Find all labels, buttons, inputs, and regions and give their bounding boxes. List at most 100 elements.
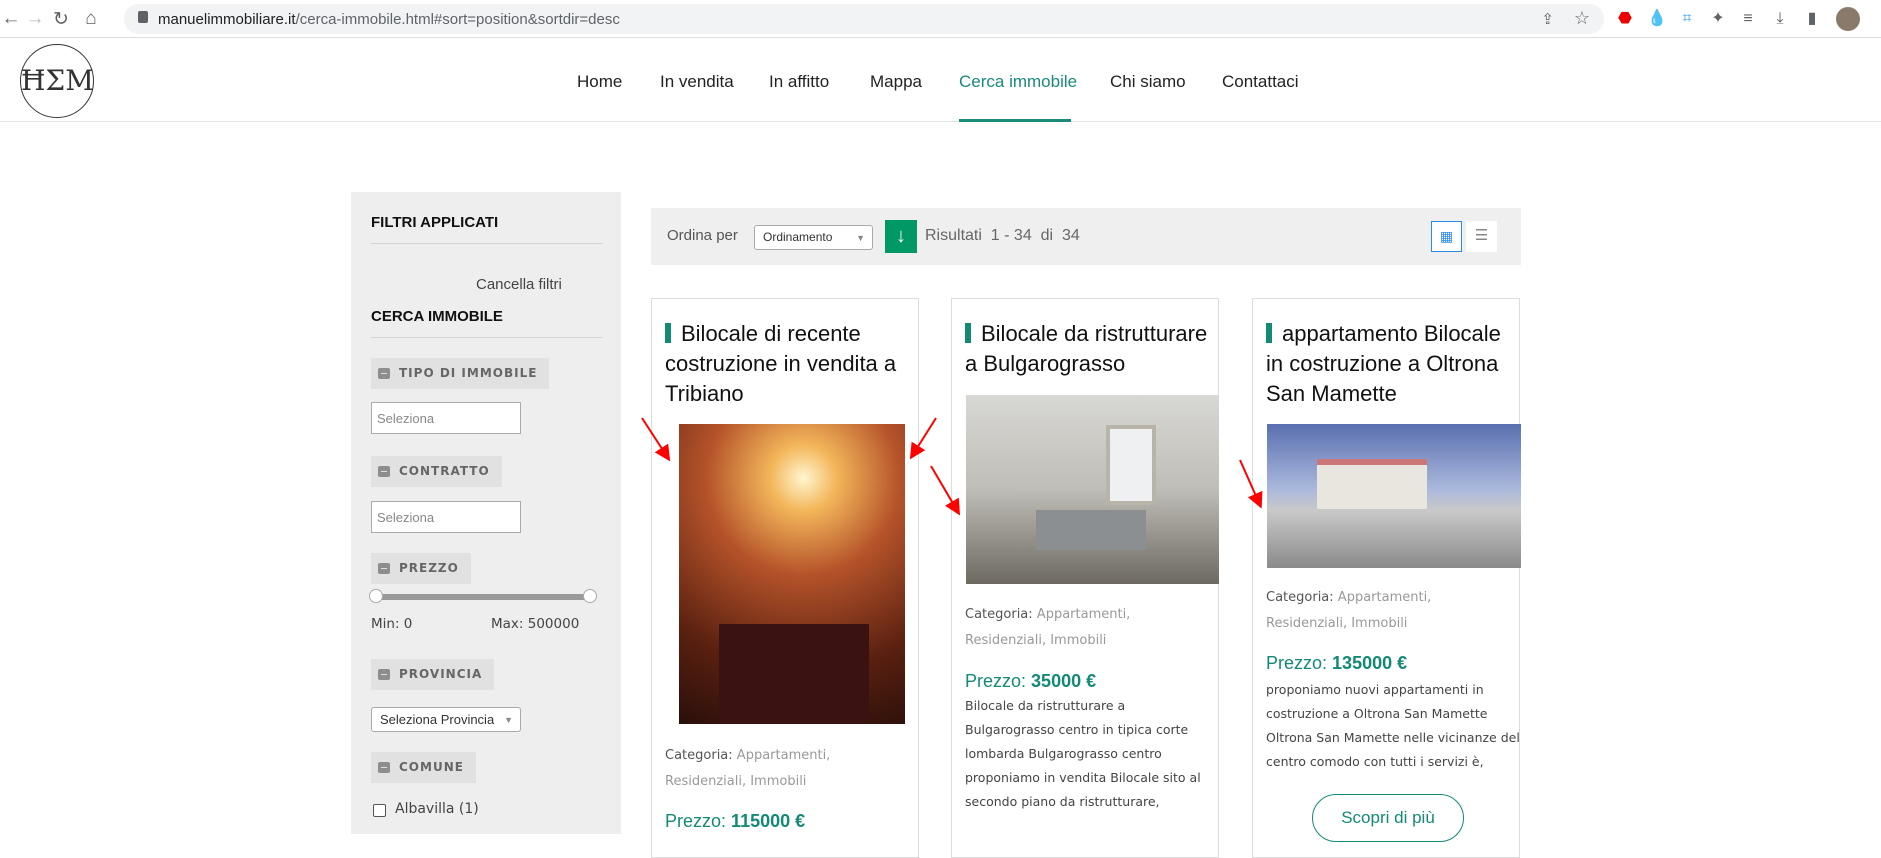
card-title[interactable]: Bilocale da ristrutturare a Bulgarograss…	[965, 319, 1215, 379]
results-toolbar: Ordina per Ordinamento ▼ ↓ Risultati 1 - …	[651, 208, 1521, 265]
annotation-arrows	[641, 417, 1263, 516]
card-price: Prezzo: 135000 €	[1266, 653, 1407, 674]
card-title[interactable]: Bilocale di recente costruzione in vendi…	[665, 319, 915, 409]
applied-filters-title: FILTRI APPLICATI	[371, 214, 499, 231]
results-range: 1 - 34	[990, 227, 1032, 244]
media-icon[interactable]: ≡	[1738, 9, 1758, 29]
card-price: Prezzo: 35000 €	[965, 671, 1096, 692]
price-label: Prezzo:	[1266, 653, 1328, 673]
facet-provincia-toggle[interactable]: PROVINCIA	[371, 659, 495, 690]
provincia-selected: Seleziona Provincia	[380, 712, 495, 727]
results-of: di	[1040, 227, 1054, 244]
filter-sidebar: FILTRI APPLICATI Cancella filtri CERCA I…	[351, 192, 621, 834]
facet-label: TIPO DI IMMOBILE	[399, 366, 538, 380]
forward-icon[interactable]: →	[24, 8, 46, 30]
crop-extension-icon[interactable]: ⌗	[1677, 9, 1697, 29]
tipo-input[interactable]: Seleziona	[371, 402, 521, 434]
sort-select[interactable]: Ordinamento ▼	[754, 225, 873, 250]
provincia-select[interactable]: Seleziona Provincia ▼	[371, 707, 521, 732]
nav-contattaci[interactable]: Contattaci	[1222, 72, 1299, 92]
grid-view-button[interactable]: ▦	[1431, 221, 1462, 252]
drop-extension-icon[interactable]: 💧	[1647, 9, 1667, 29]
card-categories: Categoria: Appartamenti, Residenziali, I…	[965, 602, 1215, 654]
divider	[371, 243, 603, 244]
scopri-di-piu-button[interactable]: Scopri di più	[1312, 794, 1464, 842]
browser-toolbar: ← → ↻ ⌂ manuelimmobiliare.it/cerca-immob…	[0, 0, 1881, 38]
arrow-down-icon: ↓	[896, 225, 906, 247]
card-categories: Categoria: Appartamenti, Residenziali, I…	[1266, 585, 1516, 637]
divider	[371, 337, 603, 338]
property-image[interactable]	[1267, 424, 1521, 568]
price-slider-track[interactable]	[377, 594, 589, 600]
clear-filters-link[interactable]: Cancella filtri	[476, 276, 562, 293]
url-domain: manuelimmobiliare.it	[158, 11, 296, 28]
price-label: Prezzo:	[965, 671, 1027, 691]
price-slider-min-handle[interactable]	[369, 589, 383, 603]
sort-direction-button[interactable]: ↓	[885, 220, 917, 253]
adblock-icon[interactable]: ⬣	[1615, 9, 1635, 29]
collapse-icon	[378, 368, 390, 379]
site-header: ĦΣΜ Home In vendita In affitto Mappa Cer…	[0, 38, 1881, 122]
nav-mappa[interactable]: Mappa	[870, 72, 922, 92]
nav-home[interactable]: Home	[577, 72, 622, 92]
collapse-icon	[378, 762, 390, 773]
category-label: Categoria:	[965, 607, 1033, 622]
price-value: 35000 €	[1031, 671, 1097, 691]
category-label: Categoria:	[665, 748, 733, 763]
chevron-down-icon: ▼	[504, 715, 513, 725]
card-description: Bilocale da ristrutturare a Bulgarograss…	[965, 698, 1201, 809]
sidepanel-icon[interactable]: ▮	[1802, 9, 1822, 29]
price-min: Min: 0	[371, 616, 413, 632]
url-path: /cerca-immobile.html#sort=position&sortd…	[295, 11, 620, 28]
property-image[interactable]	[679, 424, 905, 724]
facet-label: COMUNE	[399, 760, 464, 774]
card-price: Prezzo: 115000 €	[665, 811, 805, 832]
property-card[interactable]: Bilocale da ristrutturare a Bulgarograss…	[951, 298, 1219, 858]
collapse-icon	[378, 466, 390, 477]
back-icon[interactable]: ←	[0, 8, 22, 30]
results-count: Risultati 1 - 34 di 34	[925, 227, 1080, 245]
chevron-down-icon: ▼	[856, 233, 865, 243]
collapse-icon	[378, 669, 390, 680]
comune-label: Albavilla (1)	[395, 801, 479, 817]
download-icon[interactable]: ⤓	[1770, 9, 1790, 29]
nav-in-vendita[interactable]: In vendita	[660, 72, 734, 92]
results-total: 34	[1061, 227, 1080, 244]
facet-label: CONTRATTO	[399, 464, 490, 478]
price-max: Max: 500000	[491, 616, 580, 632]
nav-chi-siamo[interactable]: Chi siamo	[1110, 72, 1186, 92]
sort-selected: Ordinamento	[763, 230, 833, 244]
site-logo[interactable]: ĦΣΜ	[20, 44, 94, 118]
address-bar[interactable]: manuelimmobiliare.it/cerca-immobile.html…	[124, 4, 1604, 34]
facet-label: PREZZO	[399, 561, 459, 575]
bookmark-star-icon[interactable]: ☆	[1574, 8, 1590, 29]
facet-label: PROVINCIA	[399, 667, 483, 681]
profile-avatar[interactable]	[1836, 7, 1860, 31]
sort-label: Ordina per	[667, 227, 738, 244]
extensions-puzzle-icon[interactable]: ✦	[1708, 9, 1728, 29]
list-view-button[interactable]: ☰	[1466, 221, 1497, 252]
property-card[interactable]: Bilocale di recente costruzione in vendi…	[651, 298, 919, 858]
price-slider-max-handle[interactable]	[583, 589, 597, 603]
property-card[interactable]: appartamento Bilocale in costruzione a O…	[1252, 298, 1521, 858]
search-title: CERCA IMMOBILE	[371, 308, 503, 325]
facet-prezzo-toggle[interactable]: PREZZO	[371, 553, 471, 584]
price-value: 135000 €	[1332, 653, 1408, 673]
lock-icon	[138, 11, 148, 23]
facet-comune-toggle[interactable]: COMUNE	[371, 752, 476, 783]
contratto-input[interactable]: Seleziona	[371, 501, 521, 533]
price-value: 115000 €	[731, 811, 806, 831]
comune-checkbox[interactable]	[373, 804, 386, 817]
reload-icon[interactable]: ↻	[50, 8, 72, 31]
property-image[interactable]	[966, 395, 1219, 584]
facet-tipo-toggle[interactable]: TIPO DI IMMOBILE	[371, 358, 550, 389]
card-title[interactable]: appartamento Bilocale in costruzione a O…	[1266, 319, 1516, 409]
active-nav-underline	[959, 119, 1071, 122]
price-label: Prezzo:	[665, 811, 727, 831]
category-label: Categoria:	[1266, 590, 1334, 605]
nav-cerca-immobile[interactable]: Cerca immobile	[959, 72, 1077, 92]
home-icon[interactable]: ⌂	[80, 8, 102, 30]
nav-in-affitto[interactable]: In affitto	[769, 72, 829, 92]
share-icon[interactable]: ⇪	[1541, 10, 1554, 28]
facet-contratto-toggle[interactable]: CONTRATTO	[371, 456, 502, 487]
